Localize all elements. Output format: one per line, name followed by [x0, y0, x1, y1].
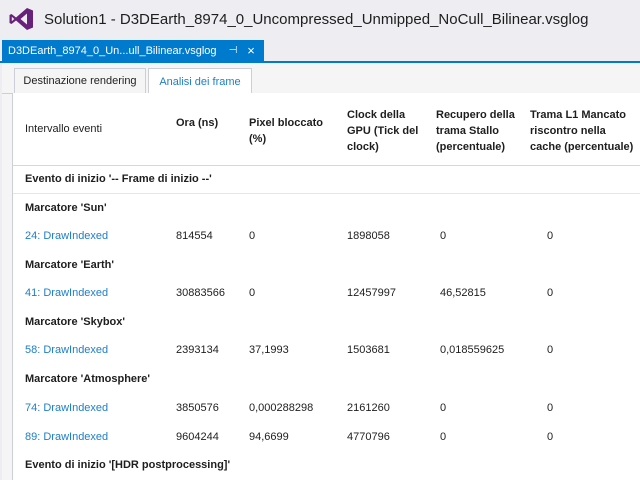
cell-time: 30883566 — [176, 287, 225, 299]
event-link[interactable]: 74: DrawIndexed — [25, 402, 108, 414]
cell-gpu-clock: 4770796 — [347, 431, 390, 443]
event-link[interactable]: 58: DrawIndexed — [25, 344, 108, 356]
group-header: Marcatore 'Sun' — [25, 202, 107, 214]
event-link[interactable]: 24: DrawIndexed — [25, 230, 108, 242]
event-link[interactable]: 89: DrawIndexed — [25, 431, 108, 443]
view-tabs: Destinazione rendering Analisi dei frame — [2, 63, 640, 94]
column-header-event-range[interactable]: Intervallo eventi — [25, 121, 102, 137]
group-header: Evento di inizio '-- Frame di inizio --' — [25, 173, 212, 185]
table-row: 24: DrawIndexed 814554 0 1898058 0 0 — [13, 222, 640, 251]
cell-time: 814554 — [176, 230, 213, 242]
cell-time: 2393134 — [176, 344, 219, 356]
group-header: Marcatore 'Earth' — [25, 259, 114, 271]
cell-l1-cache-miss: 0 — [547, 402, 554, 414]
window-title: Solution1 - D3DEarth_8974_0_Uncompressed… — [44, 10, 589, 28]
cell-l1-cache-miss: 0 — [547, 287, 554, 299]
frame-analysis-table: Intervallo eventi Ora (ns) Pixel bloccat… — [12, 93, 640, 480]
divider — [13, 193, 640, 194]
cell-texture-fetch-stall: 0 — [440, 431, 447, 443]
document-content: Destinazione rendering Analisi dei frame… — [2, 63, 640, 480]
cell-gpu-clock: 12457997 — [347, 287, 396, 299]
cell-pixel-stall: 0 — [249, 287, 256, 299]
cell-gpu-clock: 1503681 — [347, 344, 390, 356]
cell-pixel-stall: 0 — [249, 230, 256, 242]
title-bar: Solution1 - D3DEarth_8974_0_Uncompressed… — [0, 0, 640, 38]
cell-pixel-stall: 94,6699 — [249, 431, 289, 443]
cell-gpu-clock: 1898058 — [347, 230, 390, 242]
column-header-gpu-clock[interactable]: Clock della GPU (Tick del clock) — [347, 107, 422, 155]
column-header-texture-fetch-stall[interactable]: Recupero della trama Stallo (percentuale… — [436, 107, 526, 155]
group-header: Marcatore 'Atmosphere' — [25, 373, 151, 385]
cell-texture-fetch-stall: 0,018559625 — [440, 344, 505, 356]
tab-render-target[interactable]: Destinazione rendering — [14, 68, 146, 93]
group-header: Marcatore 'Skybox' — [25, 316, 125, 328]
table-header: Intervallo eventi Ora (ns) Pixel bloccat… — [13, 93, 640, 166]
tab-frame-analysis[interactable]: Analisi dei frame — [148, 68, 252, 94]
document-tab-label: D3DEarth_8974_0_Un...ull_Bilinear.vsglog — [8, 44, 217, 57]
group-header: Evento di inizio '[HDR postprocessing]' — [25, 459, 231, 471]
column-header-pixel-stall[interactable]: Pixel bloccato (%) — [249, 115, 334, 147]
visual-studio-logo-icon — [9, 8, 33, 30]
cell-texture-fetch-stall: 46,52815 — [440, 287, 486, 299]
cell-l1-cache-miss: 0 — [547, 230, 554, 242]
cell-texture-fetch-stall: 0 — [440, 230, 447, 242]
cell-l1-cache-miss: 0 — [547, 344, 554, 356]
table-row: 58: DrawIndexed 2393134 37,1993 1503681 … — [13, 336, 640, 365]
column-header-time[interactable]: Ora (ns) — [176, 115, 246, 131]
cell-time: 3850576 — [176, 402, 219, 414]
document-tab-vsglog[interactable]: D3DEarth_8974_0_Un...ull_Bilinear.vsglog… — [2, 40, 264, 61]
cell-time: 9604244 — [176, 431, 219, 443]
close-icon[interactable]: × — [244, 43, 258, 58]
cell-gpu-clock: 2161260 — [347, 402, 390, 414]
column-header-l1-cache-miss[interactable]: Trama L1 Mancato riscontro nella cache (… — [530, 107, 638, 155]
cell-l1-cache-miss: 0 — [547, 431, 554, 443]
table-row: 41: DrawIndexed 30883566 0 12457997 46,5… — [13, 279, 640, 308]
event-link[interactable]: 41: DrawIndexed — [25, 287, 108, 299]
document-tab-strip: D3DEarth_8974_0_Un...ull_Bilinear.vsglog… — [0, 40, 640, 63]
cell-texture-fetch-stall: 0 — [440, 402, 447, 414]
table-row: 74: DrawIndexed 3850576 0,000288298 2161… — [13, 394, 640, 423]
cell-pixel-stall: 0,000288298 — [249, 402, 314, 414]
pin-icon[interactable]: ⊣ — [226, 45, 240, 56]
table-row: 89: DrawIndexed 9604244 94,6699 4770796 … — [13, 423, 640, 452]
cell-pixel-stall: 37,1993 — [249, 344, 289, 356]
